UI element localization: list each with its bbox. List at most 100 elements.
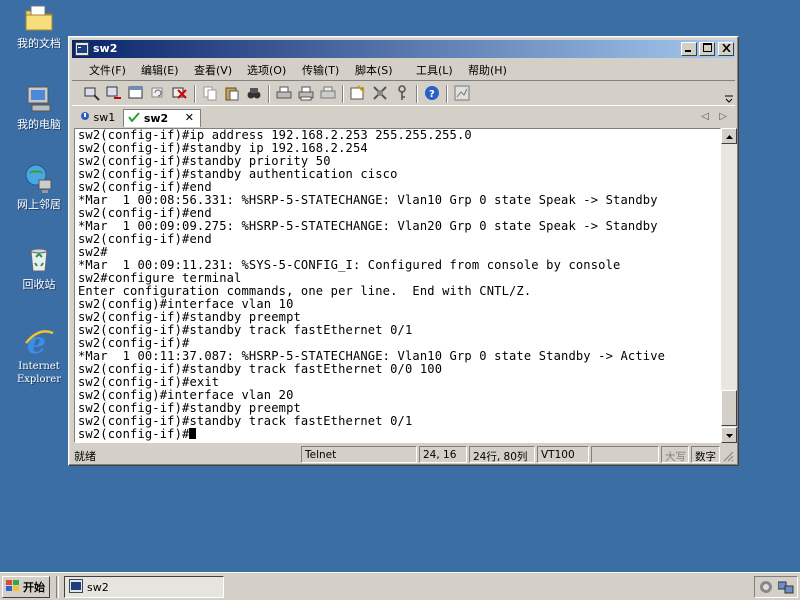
- toolbar-separator: [342, 85, 344, 103]
- print-selection-icon: [298, 85, 314, 104]
- desktop-icon-label: 回收站: [22, 278, 56, 291]
- tab-sw2[interactable]: sw2 ✕: [123, 109, 201, 127]
- toolbar-separator: [416, 85, 418, 103]
- terminal-output[interactable]: sw2(config-if)#ip address 192.168.2.253 …: [74, 128, 721, 443]
- start-button[interactable]: 开始: [2, 576, 50, 598]
- status-caps: 大写: [661, 446, 689, 463]
- menu-tools[interactable]: 工具(L): [416, 62, 453, 78]
- menu-help[interactable]: 帮助(H): [468, 62, 507, 78]
- status-emulation: VT100: [537, 446, 589, 463]
- desktop-icon-recycle-bin[interactable]: 回收站: [8, 243, 70, 291]
- toolbar: ?: [72, 80, 735, 106]
- menu-options[interactable]: 选项(O): [247, 62, 286, 78]
- terminal-line: sw2(config-if)#end: [78, 232, 212, 246]
- desktop-icon-my-computer[interactable]: 我的电脑: [8, 83, 70, 131]
- scroll-thumb[interactable]: [721, 390, 737, 426]
- tab-label: sw2: [143, 112, 169, 125]
- network-status-icon[interactable]: [777, 580, 794, 597]
- print-setup-button[interactable]: [318, 85, 338, 103]
- vertical-scrollbar[interactable]: [721, 128, 737, 443]
- status-bar: 就绪 Telnet 24, 16 24行, 80列 VT100 大写 数字: [72, 445, 735, 463]
- terminal-line: sw2(config-if)#: [78, 428, 665, 441]
- app-terminal-icon: [75, 42, 89, 56]
- connect-tab-icon: [128, 85, 144, 104]
- status-protocol: Telnet: [301, 446, 417, 463]
- terminal-lines: sw2(config-if)#ip address 192.168.2.253 …: [78, 129, 665, 441]
- taskbar-item-sw2[interactable]: sw2: [64, 576, 224, 598]
- desktop-icon-internet-explorer[interactable]: e Internet Explorer: [8, 325, 70, 386]
- menu-edit[interactable]: 编辑(E): [141, 62, 179, 78]
- status-cursor-position: 24, 16: [419, 446, 467, 463]
- menu-file[interactable]: 文件(F): [89, 62, 126, 78]
- status-num: 数字: [691, 446, 720, 463]
- disconnect-button[interactable]: [170, 85, 190, 103]
- connect-tab-button[interactable]: [126, 85, 146, 103]
- session-options-button[interactable]: [348, 84, 368, 104]
- desktop-icon-my-documents[interactable]: 我的文档: [8, 2, 70, 50]
- tab-scroll-left-icon[interactable]: ◁: [701, 111, 709, 122]
- disconnected-status-icon: [80, 111, 90, 124]
- folder-documents-icon: [23, 2, 55, 34]
- menu-bar: 文件(F) 编辑(E) 查看(V) 选项(O) 传输(T) 脚本(S) 工具(L…: [72, 59, 735, 79]
- find-button[interactable]: [244, 85, 264, 103]
- menu-script[interactable]: 脚本(S): [355, 62, 393, 78]
- copy-icon: [202, 85, 218, 104]
- menu-view[interactable]: 查看(V): [194, 62, 232, 78]
- connect-button[interactable]: [82, 85, 102, 103]
- arrow-up-icon: [725, 132, 733, 141]
- tab-sw1[interactable]: sw1: [76, 109, 122, 127]
- reconnect-icon: [150, 85, 166, 104]
- minimize-icon: [685, 44, 693, 55]
- tab-label: sw1: [93, 111, 116, 124]
- connected-check-icon: [128, 112, 140, 125]
- reconnect-button[interactable]: [148, 85, 168, 103]
- internet-explorer-icon: e: [23, 325, 55, 361]
- desktop-icon-network[interactable]: 网上邻居: [8, 163, 70, 211]
- title-bar[interactable]: sw2: [72, 40, 735, 58]
- help-icon: ?: [424, 85, 440, 104]
- toolbar-overflow-icon[interactable]: [725, 93, 733, 107]
- global-options-button[interactable]: [370, 85, 390, 103]
- taskbar: 开始 sw2: [0, 572, 800, 600]
- scroll-up-button[interactable]: [721, 128, 737, 144]
- terminal-window: sw2 文件(F) 编辑(E) 查看(V) 选项(O) 传输(T) 脚本(S) …: [68, 36, 739, 466]
- menu-transfer[interactable]: 传输(T): [302, 62, 339, 78]
- scroll-down-button[interactable]: [721, 427, 737, 443]
- desktop-icon-label: Internet Explorer: [16, 361, 62, 385]
- keymap-button[interactable]: [392, 84, 412, 104]
- toolbar-separator: [268, 85, 270, 103]
- quick-connect-button[interactable]: [104, 85, 124, 103]
- copy-button[interactable]: [200, 85, 220, 103]
- print-button[interactable]: [274, 85, 294, 103]
- binoculars-icon: [246, 85, 262, 104]
- tab-close-icon[interactable]: ✕: [185, 111, 194, 124]
- help-button[interactable]: ?: [422, 85, 442, 103]
- connect-icon: [84, 85, 100, 104]
- arrow-down-icon: [725, 431, 733, 440]
- session-options-icon: [350, 84, 366, 104]
- taskbar-item-label: sw2: [87, 580, 109, 594]
- minimize-button[interactable]: [681, 42, 697, 56]
- print-selection-button[interactable]: [296, 85, 316, 103]
- network-icon: [23, 163, 55, 195]
- status-empty: [591, 446, 659, 463]
- print-icon: [276, 85, 292, 104]
- taskbar-separator: [56, 576, 59, 598]
- quick-connect-icon: [106, 85, 122, 104]
- key-icon: [394, 84, 410, 104]
- status-terminal-size: 24行, 80列: [469, 446, 535, 463]
- tab-scroll-right-icon[interactable]: ▷: [719, 111, 727, 122]
- desktop-icon-label: 我的文档: [17, 37, 61, 50]
- volume-icon[interactable]: [759, 580, 773, 597]
- resize-grip-icon[interactable]: [723, 451, 734, 465]
- maximize-icon: [702, 43, 712, 55]
- close-button[interactable]: [718, 42, 734, 56]
- map-button[interactable]: [452, 85, 472, 103]
- paste-button[interactable]: [222, 85, 242, 103]
- session-tabs: sw1 sw2 ✕ ◁ ▷: [72, 107, 735, 127]
- windows-logo-icon: [6, 579, 20, 595]
- maximize-button[interactable]: [699, 42, 715, 56]
- desktop-icon-label: 我的电脑: [17, 118, 61, 131]
- toolbar-separator: [446, 85, 448, 103]
- recycle-bin-icon: [23, 243, 55, 275]
